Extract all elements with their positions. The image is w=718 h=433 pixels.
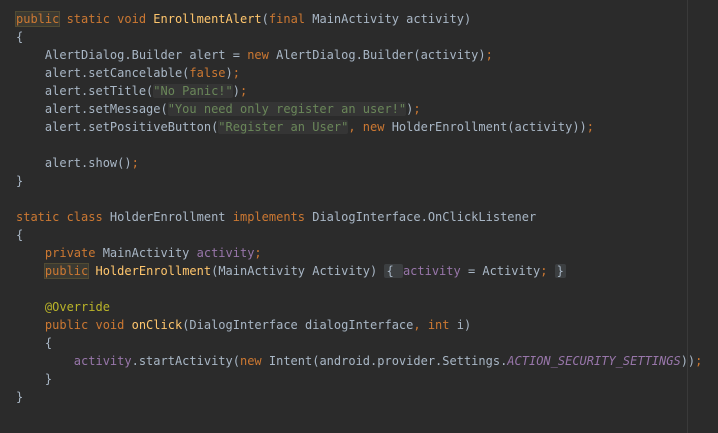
code-token: public void xyxy=(44,318,132,332)
code-token: alert.setCancelable( xyxy=(16,66,190,80)
code-token: , xyxy=(413,318,428,332)
code-line[interactable]: { xyxy=(16,334,718,352)
code-line[interactable]: activity.startActivity(new Intent(androi… xyxy=(16,352,718,370)
code-line[interactable]: alert.show(); xyxy=(16,154,718,172)
code-line[interactable]: static class HolderEnrollment implements… xyxy=(16,208,718,226)
code-token: , xyxy=(348,120,363,134)
code-token: ) xyxy=(225,66,233,80)
code-token: { xyxy=(16,30,24,44)
code-token: activity xyxy=(73,354,132,368)
code-line[interactable] xyxy=(16,280,718,298)
code-token: ; xyxy=(586,120,595,134)
code-token: alert.show() xyxy=(16,156,132,170)
code-token: "Register an User" xyxy=(218,120,349,134)
code-token: = Activity xyxy=(460,264,541,278)
code-token: ; xyxy=(540,264,555,278)
code-token: alert.setTitle( xyxy=(16,84,154,98)
code-token: private xyxy=(44,246,103,260)
code-line[interactable]: alert.setMessage("You need only register… xyxy=(16,100,718,118)
code-token: Intent(android.provider.Settings. xyxy=(268,354,508,368)
code-token: MainActivity xyxy=(102,246,197,260)
code-token: false xyxy=(189,66,226,80)
code-token: alert.setMessage( xyxy=(16,102,168,116)
code-token: implements xyxy=(232,210,313,224)
code-token: i) xyxy=(456,318,472,332)
code-token: .startActivity( xyxy=(131,354,240,368)
code-token: @Override xyxy=(16,300,110,314)
code-token: { xyxy=(16,228,24,242)
code-token: ; xyxy=(254,246,262,260)
code-line[interactable]: alert.setPositiveButton("Register an Use… xyxy=(16,118,718,136)
code-token: } xyxy=(16,390,24,404)
code-token: EnrollmentAlert xyxy=(153,12,262,26)
code-token: } xyxy=(16,372,53,386)
code-token: onClick xyxy=(131,318,183,332)
code-token: ) xyxy=(232,84,240,98)
code-token: ; xyxy=(131,156,139,170)
code-token: "You need only register an user!" xyxy=(167,102,407,116)
code-token: new xyxy=(362,120,392,134)
code-token: ; xyxy=(695,354,703,368)
code-token: ; xyxy=(232,66,240,80)
code-line[interactable]: { xyxy=(16,226,718,244)
code-line[interactable]: alert.setTitle("No Panic!"); xyxy=(16,82,718,100)
code-line[interactable]: AlertDialog.Builder alert = new AlertDia… xyxy=(16,46,718,64)
code-token: (DialogInterface dialogInterface xyxy=(182,318,414,332)
code-line[interactable]: public void onClick(DialogInterface dial… xyxy=(16,316,718,334)
code-token: } xyxy=(16,174,24,188)
code-token: new xyxy=(247,48,277,62)
code-line[interactable]: private MainActivity activity; xyxy=(16,244,718,262)
code-lines: public static void EnrollmentAlert(final… xyxy=(14,10,718,406)
code-line[interactable]: } xyxy=(16,370,718,388)
code-line[interactable] xyxy=(16,190,718,208)
code-token: } xyxy=(554,264,566,278)
code-token: ( xyxy=(261,12,269,26)
code-token: AlertDialog.Builder(activity) xyxy=(276,48,486,62)
code-token: new xyxy=(239,354,269,368)
code-line[interactable]: public HolderEnrollment(MainActivity Act… xyxy=(16,262,718,280)
code-token: DialogInterface.OnClickListener xyxy=(312,210,537,224)
code-token: )) xyxy=(680,354,696,368)
code-token: static void xyxy=(59,12,154,26)
code-token: (MainActivity Activity) xyxy=(211,264,385,278)
code-token: ACTION_SECURITY_SETTINGS xyxy=(507,354,681,368)
code-token: "No Panic!" xyxy=(153,84,233,98)
code-line[interactable]: public static void EnrollmentAlert(final… xyxy=(14,10,718,28)
code-line[interactable]: { xyxy=(16,28,718,46)
code-token: final xyxy=(268,12,313,26)
code-token: HolderEnrollment xyxy=(95,264,212,278)
code-line[interactable]: } xyxy=(16,388,718,406)
code-token: alert.setPositiveButton( xyxy=(16,120,219,134)
code-token: HolderEnrollment xyxy=(109,210,233,224)
code-token: HolderEnrollment(activity)) xyxy=(391,120,587,134)
code-line[interactable]: alert.setCancelable(false); xyxy=(16,64,718,82)
code-token: activity xyxy=(402,264,461,278)
code-token: int xyxy=(427,318,457,332)
code-token: AlertDialog.Builder alert = xyxy=(16,48,248,62)
code-line[interactable] xyxy=(16,136,718,154)
code-token: public xyxy=(14,11,61,27)
code-editor[interactable]: public static void EnrollmentAlert(final… xyxy=(0,0,718,433)
code-token: ; xyxy=(240,84,248,98)
code-line[interactable]: } xyxy=(16,172,718,190)
code-token: MainActivity activity) xyxy=(312,12,472,26)
code-token: ; xyxy=(485,48,493,62)
code-token: { xyxy=(384,264,403,278)
code-token: static class xyxy=(16,210,110,224)
code-token: ; xyxy=(413,102,421,116)
code-token: activity xyxy=(196,246,255,260)
code-line[interactable]: @Override xyxy=(16,298,718,316)
code-token: { xyxy=(16,336,53,350)
code-token: public xyxy=(43,263,90,279)
